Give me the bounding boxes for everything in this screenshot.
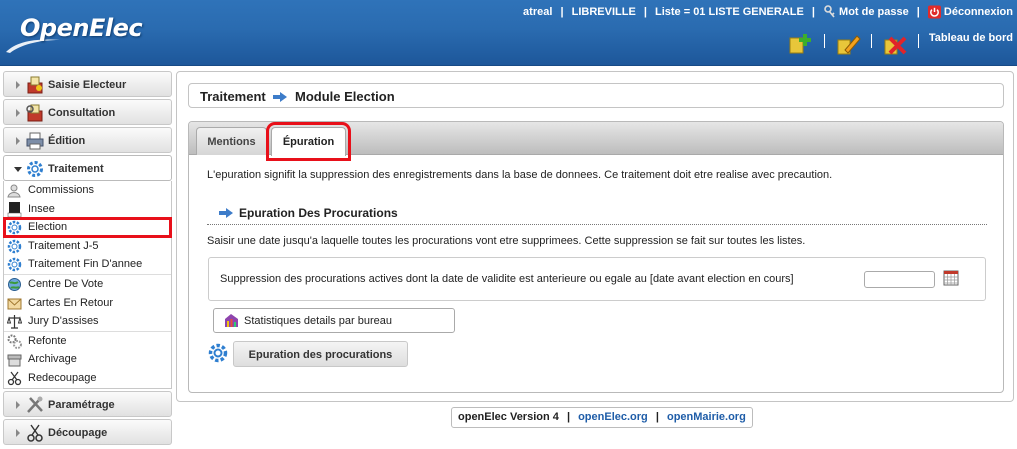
scales-icon	[7, 315, 22, 329]
delete-x-icon[interactable]	[882, 30, 908, 56]
menu-label: Saisie Electeur	[48, 79, 127, 91]
main-panel: Traitement Module Election Mentions Épur…	[176, 71, 1014, 402]
gears-icon	[7, 334, 22, 349]
user-bar: atreal | LIBREVILLE | Liste = 01 LISTE G…	[523, 5, 1013, 19]
sidebar-item-election[interactable]: Election	[3, 217, 172, 238]
current-user: atreal	[523, 6, 553, 18]
scissors-icon	[27, 424, 43, 442]
password-link[interactable]: Mot de passe	[823, 5, 912, 18]
submenu-group: Commissions Insee Election Traitement J-…	[3, 181, 172, 275]
tab-epuration[interactable]: Épuration	[266, 122, 351, 161]
sidebar-item-traitement-j5[interactable]: Traitement J-5	[4, 237, 171, 256]
menu-traitement[interactable]: Traitement	[3, 155, 172, 181]
gear-icon	[27, 161, 43, 177]
footer: openElec Version 4 | openElec.org | open…	[451, 407, 753, 428]
epuration-submit-button[interactable]: Epuration des procurations	[233, 341, 408, 367]
printer-icon	[26, 132, 44, 150]
section-description: Saisir une date jusqu'a laquelle toutes …	[207, 235, 806, 247]
gear-icon	[7, 258, 22, 272]
menu-consultation[interactable]: Consultation	[3, 99, 172, 125]
menu-decoupage[interactable]: Découpage	[3, 418, 172, 445]
sidebar-item-insee[interactable]: Insee	[4, 200, 171, 219]
users-icon	[7, 184, 21, 198]
sidebar-item-archivage[interactable]: Archivage	[4, 350, 171, 369]
stats-button-label: Statistiques details par bureau	[244, 315, 392, 327]
sidebar-item-traitement-fin-annee[interactable]: Traitement Fin D'annee	[4, 255, 171, 274]
version-text: openElec Version 4	[458, 411, 559, 423]
sidebar-item-centre-de-vote[interactable]: Centre De Vote	[4, 275, 171, 294]
menu-label: Découpage	[48, 426, 108, 439]
archive-icon	[7, 354, 22, 367]
tabs-container: Mentions Épuration L'epuration signifit …	[188, 121, 1004, 393]
tools-icon	[27, 396, 43, 413]
menu-label: Paramétrage	[48, 398, 115, 411]
sidebar: Saisie Electeur Consultation Édition Tra…	[3, 71, 172, 447]
date-input[interactable]	[864, 271, 935, 288]
stats-chart-icon	[225, 314, 238, 327]
sidebar-item-commissions[interactable]: Commissions	[4, 181, 171, 200]
openmairie-link[interactable]: openMairie.org	[667, 411, 746, 423]
date-label: Suppression des procurations actives don…	[220, 273, 794, 285]
header: OpenElec atreal | LIBREVILLE | Liste = 0…	[0, 0, 1017, 66]
breadcrumb-part2: Module Election	[295, 89, 395, 104]
tab-mentions[interactable]: Mentions	[196, 127, 267, 155]
sidebar-item-redecoupage[interactable]: Redecoupage	[4, 369, 171, 388]
submenu-group: Centre De Vote Cartes En Retour Jury D'a…	[4, 275, 171, 332]
logout-label: Déconnexion	[943, 6, 1013, 18]
dashboard-link[interactable]: Tableau de bord	[929, 32, 1013, 44]
menu-label: Traitement	[48, 163, 104, 175]
key-icon	[824, 5, 835, 18]
arrow-right-icon	[219, 208, 233, 218]
menu-label: Consultation	[48, 107, 116, 119]
intro-text: L'epuration signifit la suppression des …	[207, 169, 833, 181]
menu-saisie-electeur[interactable]: Saisie Electeur	[3, 71, 172, 97]
password-label: Mot de passe	[839, 6, 909, 18]
gear-icon	[208, 343, 228, 363]
chevron-right-icon	[16, 81, 20, 89]
chevron-right-icon	[16, 137, 20, 145]
section-title: Epuration Des Procurations	[219, 206, 398, 220]
scissors-icon	[7, 371, 22, 386]
chevron-right-icon	[16, 428, 20, 437]
add-plus-icon[interactable]	[787, 30, 813, 56]
stats-by-bureau-button[interactable]: Statistiques details par bureau	[213, 308, 455, 333]
ballot-box-icon	[27, 76, 43, 94]
chevron-down-icon	[14, 167, 22, 172]
breadcrumb-part1[interactable]: Traitement	[200, 89, 266, 104]
breadcrumb: Traitement Module Election	[188, 83, 1004, 108]
chevron-right-icon	[16, 400, 20, 409]
chevron-right-icon	[16, 109, 20, 117]
logout-link[interactable]: Déconnexion	[927, 5, 1013, 19]
insee-icon	[7, 201, 22, 217]
menu-label: Édition	[48, 135, 86, 147]
power-icon	[927, 5, 941, 19]
gear-icon	[7, 220, 22, 235]
current-list: Liste = 01 LISTE GENERALE	[654, 6, 804, 18]
menu-edition[interactable]: Édition	[3, 127, 172, 153]
section-title-text: Epuration Des Procurations	[239, 206, 398, 220]
toolbar: Tableau de bord	[784, 30, 1013, 58]
tab-bar: Mentions Épuration	[189, 122, 1003, 161]
openelec-link[interactable]: openElec.org	[578, 411, 648, 423]
gear-icon	[7, 239, 22, 254]
logo[interactable]: OpenElec	[20, 14, 143, 42]
envelope-icon	[7, 298, 22, 310]
ballot-box-icon	[26, 104, 43, 122]
sidebar-item-refonte[interactable]: Refonte	[4, 332, 171, 351]
calendar-icon[interactable]	[943, 270, 959, 286]
pencil-icon[interactable]	[835, 30, 861, 56]
globe-icon	[8, 277, 21, 291]
sidebar-item-cartes-en-retour[interactable]: Cartes En Retour	[4, 294, 171, 313]
sidebar-item-jury-assises[interactable]: Jury D'assises	[4, 312, 171, 331]
arrow-right-icon	[273, 92, 288, 102]
menu-parametrage[interactable]: Paramétrage	[3, 390, 172, 417]
submenu-group: Refonte Archivage Redecoupage	[4, 332, 171, 388]
date-fieldset: Suppression des procurations actives don…	[208, 257, 986, 301]
current-city: LIBREVILLE	[571, 6, 636, 18]
section-divider	[207, 224, 987, 225]
submenu-traitement: Commissions Insee Election Traitement J-…	[3, 181, 172, 389]
